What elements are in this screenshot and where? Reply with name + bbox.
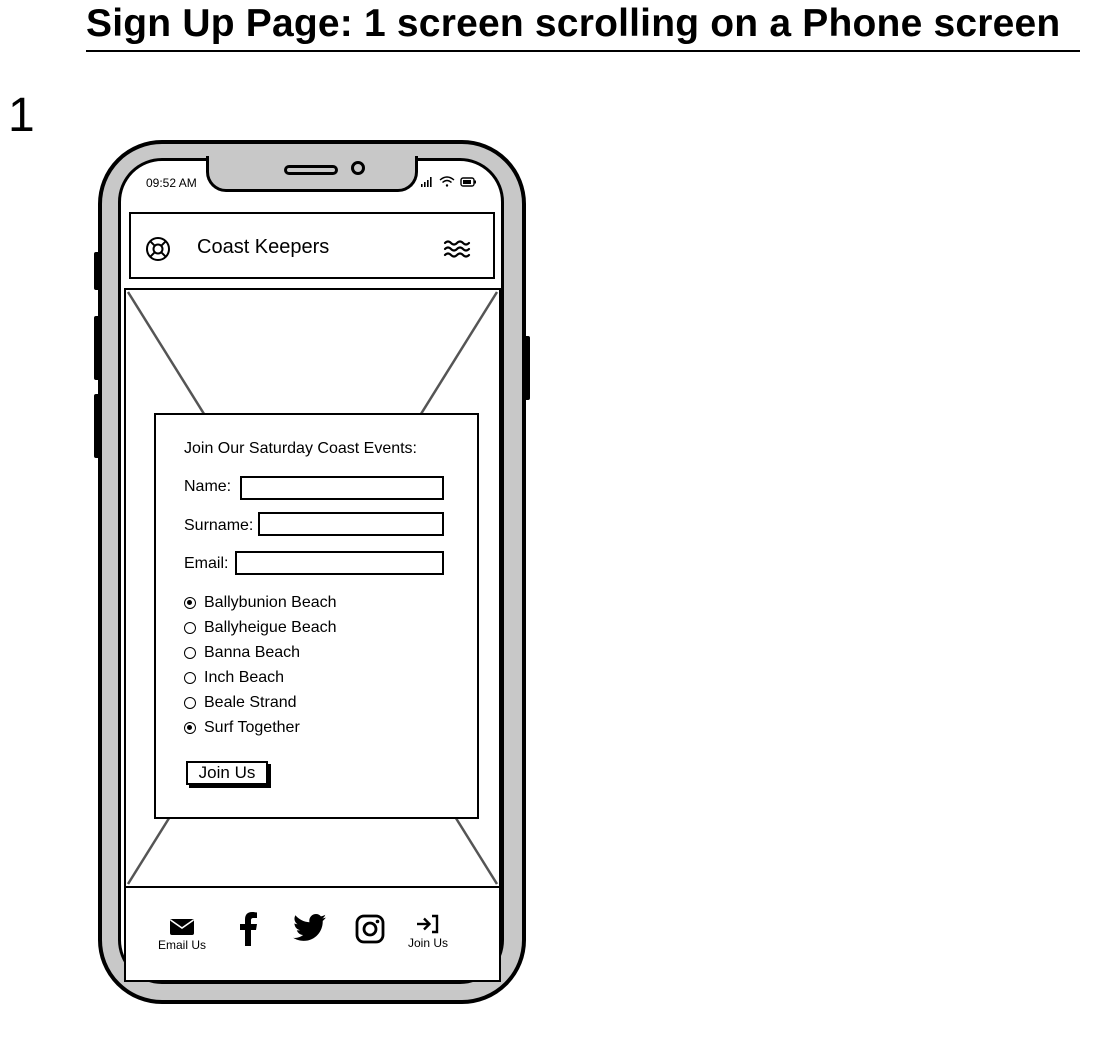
instagram-link[interactable] (355, 914, 385, 949)
name-label: Name: (184, 478, 232, 495)
screen-number: 1 (8, 89, 35, 142)
waves-menu-icon[interactable] (443, 238, 471, 260)
email-field[interactable] (235, 551, 444, 575)
surname-field[interactable] (258, 512, 444, 536)
phone-camera (351, 161, 365, 175)
surname-label: Surname: (184, 517, 254, 534)
twitter-icon (293, 914, 327, 941)
signup-form: Join Our Saturday Coast Events: Name: Su… (154, 413, 479, 819)
facebook-link[interactable] (237, 912, 259, 951)
radio-button[interactable] (184, 672, 196, 684)
radio-label: Ballyheigue Beach (204, 619, 337, 636)
app-header: Coast Keepers (129, 212, 495, 279)
status-time: 09:52 AM (146, 176, 197, 190)
form-heading: Join Our Saturday Coast Events: (184, 440, 417, 457)
phone-speaker (284, 165, 338, 175)
radio-label: Banna Beach (204, 644, 301, 661)
email-label: Email: (184, 555, 229, 572)
sign-in-icon (417, 914, 439, 934)
radio-label: Inch Beach (204, 669, 285, 686)
radio-button[interactable] (184, 647, 196, 659)
brand-name[interactable]: Coast Keepers (197, 236, 329, 259)
radio-option-beale[interactable]: Beale Strand (184, 692, 297, 714)
radio-label: Surf Together (204, 719, 300, 736)
join-us-label: Join Us (407, 936, 448, 950)
twitter-link[interactable] (293, 914, 327, 947)
wifi-icon (439, 176, 455, 187)
instagram-icon (355, 914, 385, 944)
radio-option-surf-together[interactable]: Surf Together (184, 717, 300, 739)
radio-button[interactable] (184, 697, 196, 709)
radio-label: Ballybunion Beach (204, 594, 337, 611)
title-divider (86, 50, 1080, 52)
status-icons (418, 174, 480, 190)
join-us-button[interactable]: Join Us (186, 761, 268, 785)
radio-button[interactable] (184, 622, 196, 634)
email-us-link[interactable]: Email Us (154, 918, 210, 952)
radio-option-banna[interactable]: Banna Beach (184, 642, 300, 664)
radio-button[interactable] (184, 597, 196, 609)
radio-option-ballyheigue[interactable]: Ballyheigue Beach (184, 617, 337, 639)
radio-option-inch[interactable]: Inch Beach (184, 667, 284, 689)
battery-icon (460, 177, 476, 187)
email-us-label: Email Us (157, 938, 206, 952)
join-us-link[interactable]: Join Us (402, 914, 454, 950)
radio-option-ballybunion[interactable]: Ballybunion Beach (184, 592, 337, 614)
facebook-icon (239, 912, 257, 946)
radio-label: Beale Strand (204, 694, 297, 711)
app-footer: Email Us Join Us (124, 886, 501, 982)
lifebuoy-icon[interactable] (145, 236, 171, 262)
name-field[interactable] (240, 476, 444, 500)
envelope-icon (170, 919, 194, 935)
page-title: Sign Up Page: 1 screen scrolling on a Ph… (86, 2, 1061, 45)
radio-button[interactable] (184, 722, 196, 734)
signal-icon (421, 177, 432, 187)
